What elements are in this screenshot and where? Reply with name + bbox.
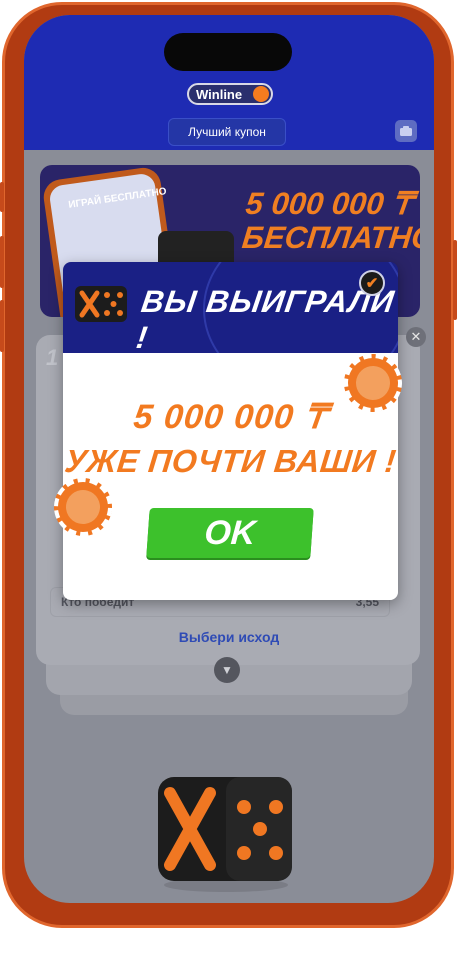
- coupon-icon[interactable]: [395, 120, 417, 142]
- card-number: 1: [46, 345, 59, 370]
- app-header: Winline Лучший купон: [24, 15, 434, 150]
- dice-logo-icon: [75, 286, 127, 322]
- modal-title: ВЫ ВЫИГРАЛИ !: [134, 284, 397, 355]
- check-icon: ✔: [359, 270, 385, 296]
- ok-button[interactable]: OK: [146, 508, 314, 558]
- dynamic-island: [164, 33, 292, 71]
- brand-dot-icon: [253, 86, 269, 102]
- best-coupon-button[interactable]: Лучший купон: [168, 118, 286, 146]
- modal-header: ВЫ ВЫИГРАЛИ ! ✔: [63, 262, 398, 396]
- phone-side-button: [0, 182, 4, 212]
- best-coupon-label: Лучший купон: [188, 125, 266, 139]
- phone-side-button: [453, 240, 457, 320]
- brand-name: Winline: [196, 86, 243, 102]
- banner-headline: 5 000 000 ₸ БЕСПЛАТНО!: [240, 186, 420, 255]
- brand-logo: Winline: [187, 83, 273, 105]
- prize-amount: 5 000 000 ₸: [131, 398, 330, 436]
- dice-cube-image: [158, 777, 292, 892]
- close-icon[interactable]: ✕: [406, 327, 426, 347]
- banner-headline-line2: БЕСПЛАТНО!: [240, 220, 420, 255]
- choose-outcome-link[interactable]: Выбери исход: [24, 629, 434, 645]
- prize-subtitle: УЖЕ ПОЧТИ ВАШИ !: [63, 443, 398, 479]
- phone-side-button: [0, 300, 4, 352]
- phone-side-button: [0, 236, 4, 288]
- banner-headline-line1: 5 000 000 ₸: [244, 186, 414, 221]
- chevron-down-icon[interactable]: ▼: [214, 657, 240, 683]
- win-modal: ВЫ ВЫИГРАЛИ ! ✔ 5 000 000 ₸ УЖЕ ПОЧТИ ВА…: [63, 262, 398, 600]
